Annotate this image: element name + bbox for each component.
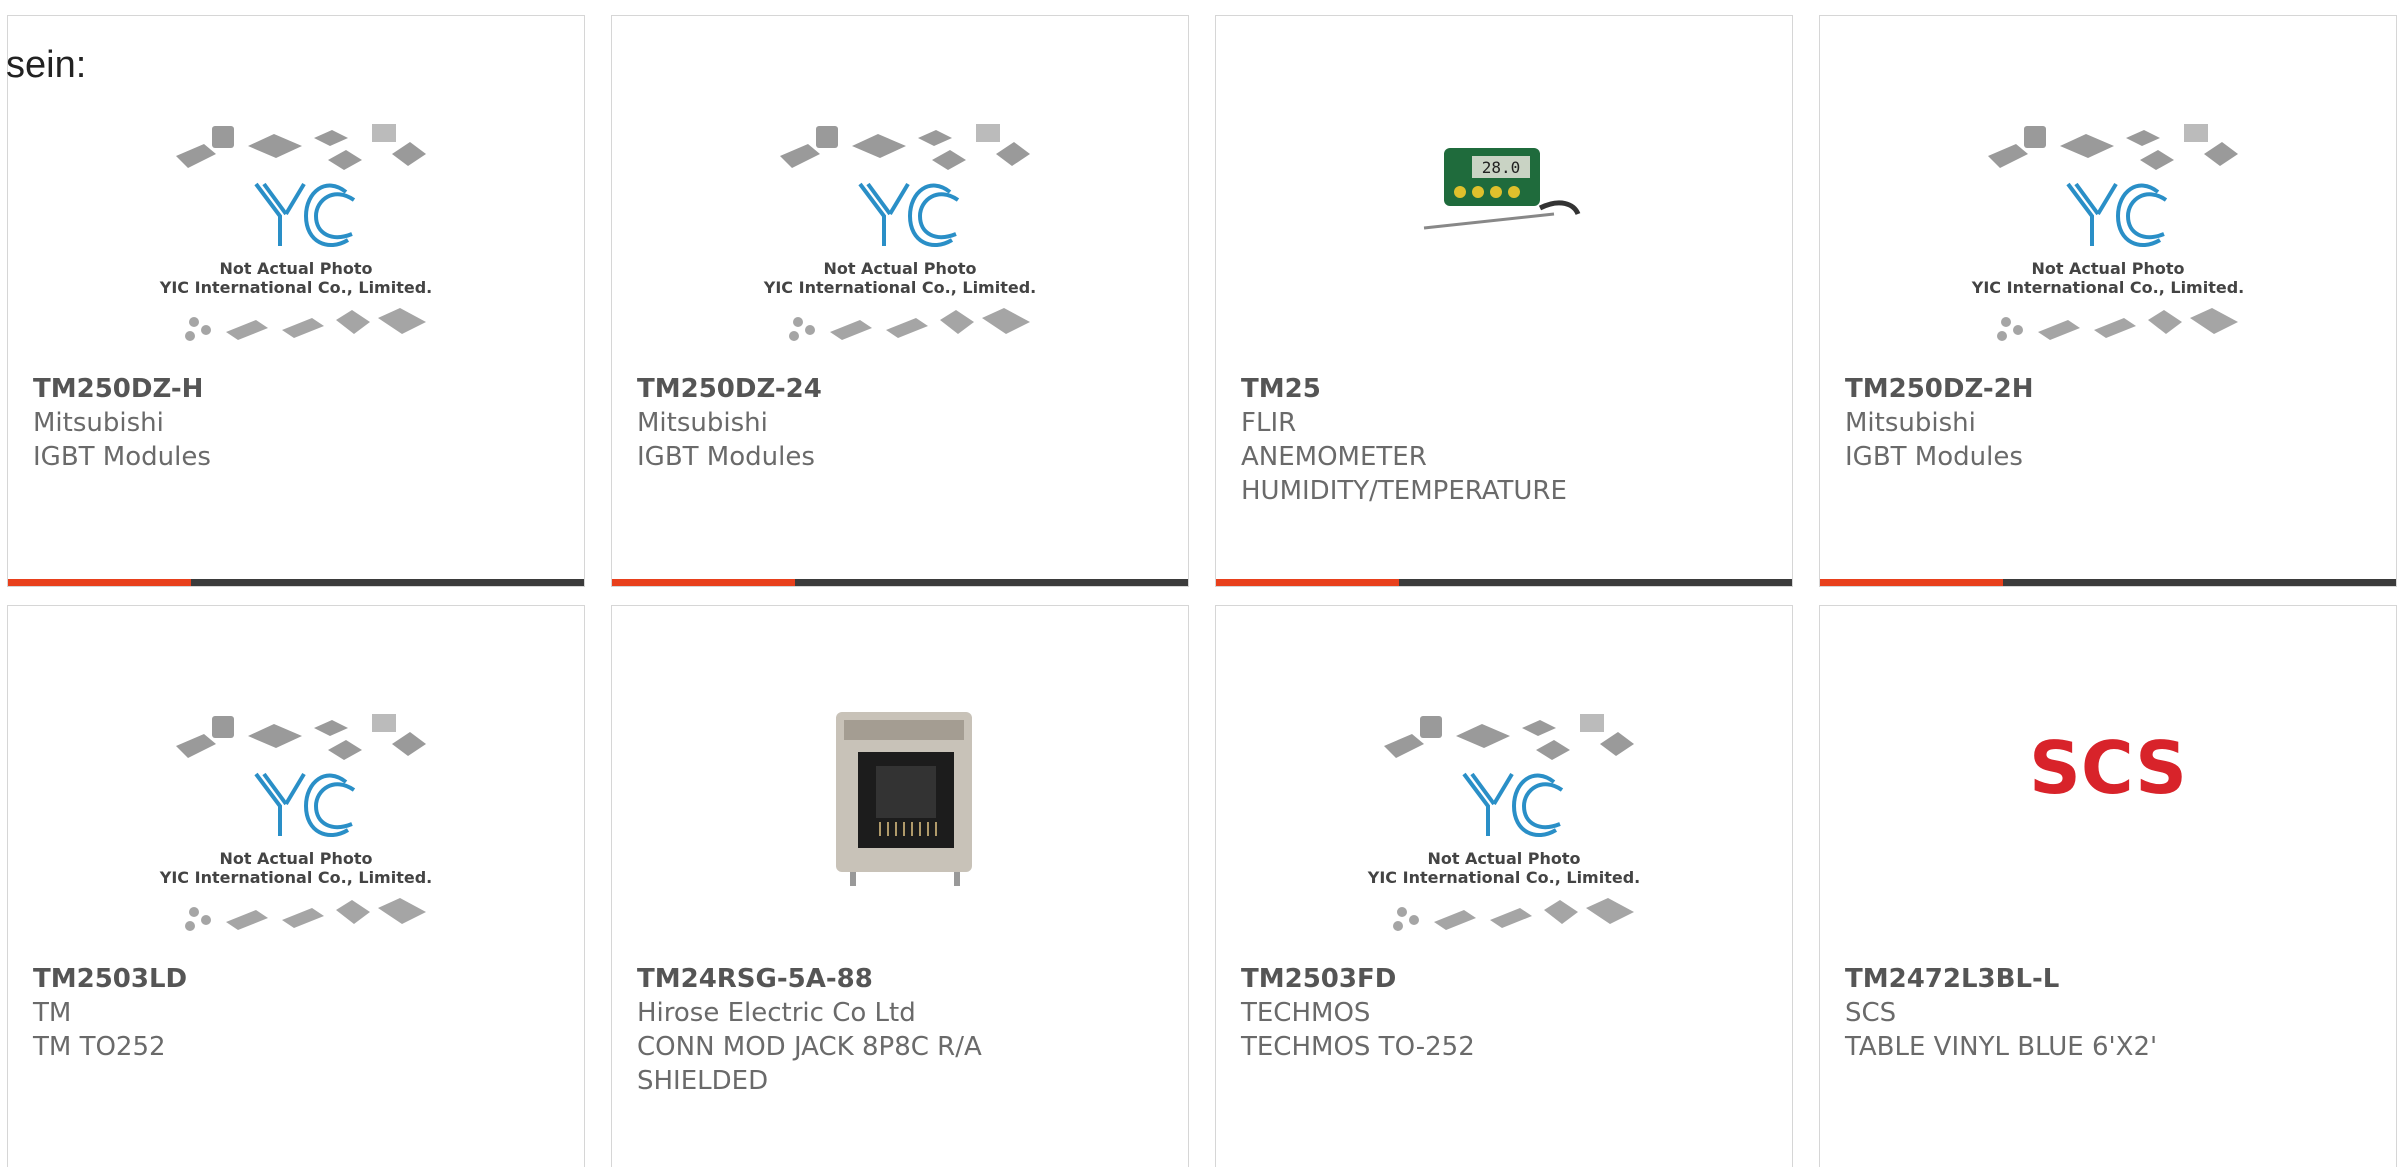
product-info: TM25 FLIR ANEMOMETER HUMIDITY/TEMPERATUR… xyxy=(1241,372,1767,508)
product-info: TM2503FD TECHMOS TECHMOS TO-252 xyxy=(1241,962,1767,1064)
rj45-jack-photo xyxy=(836,712,972,886)
part-number[interactable]: TM24RSG-5A-88 xyxy=(637,962,1163,996)
svg-text:SCS: SCS xyxy=(2029,726,2187,810)
yic-placeholder-image: Not Actual Photo YIC International Co., … xyxy=(159,714,432,931)
svg-text:Not Actual Photo: Not Actual Photo xyxy=(823,259,976,278)
yic-placeholder-image: Not Actual Photo YIC International Co., … xyxy=(159,124,432,341)
product-info: TM2472L3BL-L SCS TABLE VINYL BLUE 6'X2' xyxy=(1845,962,2371,1064)
product-image[interactable]: Not Actual Photo YIC International Co., … xyxy=(612,96,1188,376)
svg-text:YIC International Co., Limited: YIC International Co., Limited. xyxy=(1971,278,2244,297)
product-card[interactable]: 28.0 TM25 FLIR ANEMOMETER HUMIDITY/TEMPE… xyxy=(1215,15,1793,587)
product-card[interactable]: Not Actual Photo YIC International Co., … xyxy=(7,15,585,587)
product-image[interactable]: Not Actual Photo YIC International Co., … xyxy=(8,686,584,966)
svg-text:YIC International Co., Limited: YIC International Co., Limited. xyxy=(159,868,432,887)
product-description: IGBT Modules xyxy=(1845,442,2023,472)
product-card[interactable]: Not Actual Photo YIC International Co., … xyxy=(7,605,585,1167)
part-number[interactable]: TM250DZ-24 xyxy=(637,372,1163,406)
card-footer-bar xyxy=(612,579,1188,586)
svg-text:YIC International Co., Limited: YIC International Co., Limited. xyxy=(159,278,432,297)
card-footer-bar xyxy=(1820,579,2396,586)
part-number[interactable]: TM25 xyxy=(1241,372,1767,406)
svg-text:28.0: 28.0 xyxy=(1482,158,1521,177)
product-card[interactable]: SCS TM2472L3BL-L SCS TABLE VINYL BLUE 6'… xyxy=(1819,605,2397,1167)
product-info: TM24RSG-5A-88 Hirose Electric Co Ltd CON… xyxy=(637,962,1163,1098)
part-number[interactable]: TM2472L3BL-L xyxy=(1845,962,2371,996)
card-footer-bar xyxy=(8,579,584,586)
yic-placeholder-image: Not Actual Photo YIC International Co., … xyxy=(763,124,1036,341)
svg-text:YIC International Co., Limited: YIC International Co., Limited. xyxy=(1367,868,1640,887)
product-image[interactable]: 28.0 xyxy=(1216,96,1792,376)
svg-text:Not Actual Photo: Not Actual Photo xyxy=(219,259,372,278)
product-image[interactable]: SCS xyxy=(1820,686,2396,966)
product-info: TM2503LD TM TM TO252 xyxy=(33,962,559,1064)
product-description: IGBT Modules xyxy=(33,442,211,472)
product-description: CONN MOD JACK 8P8C R/A SHIELDED xyxy=(637,1032,982,1096)
card-footer-bar xyxy=(1216,579,1792,586)
product-card[interactable]: Not Actual Photo YIC International Co., … xyxy=(1819,15,2397,587)
brand-name: Mitsubishi xyxy=(637,408,768,438)
brand-name: Hirose Electric Co Ltd xyxy=(637,998,916,1028)
svg-text:Not Actual Photo: Not Actual Photo xyxy=(2031,259,2184,278)
product-info: TM250DZ-2H Mitsubishi IGBT Modules xyxy=(1845,372,2371,474)
yic-placeholder-image: Not Actual Photo YIC International Co., … xyxy=(1367,714,1640,931)
part-number[interactable]: TM2503FD xyxy=(1241,962,1767,996)
brand-name: TECHMOS xyxy=(1241,998,1371,1028)
part-number[interactable]: TM250DZ-H xyxy=(33,372,559,406)
brand-name: Mitsubishi xyxy=(1845,408,1976,438)
product-info: TM250DZ-24 Mitsubishi IGBT Modules xyxy=(637,372,1163,474)
brand-name: SCS xyxy=(1845,998,1897,1028)
product-description: IGBT Modules xyxy=(637,442,815,472)
product-info: TM250DZ-H Mitsubishi IGBT Modules xyxy=(33,372,559,474)
yic-placeholder-image: Not Actual Photo YIC International Co., … xyxy=(1971,124,2244,341)
product-card[interactable]: Not Actual Photo YIC International Co., … xyxy=(611,15,1189,587)
product-description: ANEMOMETER HUMIDITY/TEMPERATURE xyxy=(1241,442,1567,506)
intro-text: sein: xyxy=(6,44,87,86)
part-number[interactable]: TM250DZ-2H xyxy=(1845,372,2371,406)
product-description: TM TO252 xyxy=(33,1032,166,1062)
brand-name: FLIR xyxy=(1241,408,1297,438)
product-description: TABLE VINYL BLUE 6'X2' xyxy=(1845,1032,2158,1062)
product-image[interactable]: Not Actual Photo YIC International Co., … xyxy=(8,96,584,376)
svg-text:Not Actual Photo: Not Actual Photo xyxy=(219,849,372,868)
scs-logo: SCS xyxy=(2029,726,2187,810)
product-card[interactable]: TM24RSG-5A-88 Hirose Electric Co Ltd CON… xyxy=(611,605,1189,1167)
thermometer-photo: 28.0 xyxy=(1423,148,1581,230)
brand-name: Mitsubishi xyxy=(33,408,164,438)
product-image[interactable]: Not Actual Photo YIC International Co., … xyxy=(1216,686,1792,966)
product-image[interactable]: Not Actual Photo YIC International Co., … xyxy=(1820,96,2396,376)
brand-name: TM xyxy=(33,998,72,1028)
product-image[interactable] xyxy=(612,686,1188,966)
svg-text:Not Actual Photo: Not Actual Photo xyxy=(1427,849,1580,868)
product-grid-page: Not Actual Photo YIC International Co., … xyxy=(0,0,2400,1167)
product-description: TECHMOS TO-252 xyxy=(1241,1032,1475,1062)
product-card[interactable]: Not Actual Photo YIC International Co., … xyxy=(1215,605,1793,1167)
svg-text:YIC International Co., Limited: YIC International Co., Limited. xyxy=(763,278,1036,297)
part-number[interactable]: TM2503LD xyxy=(33,962,559,996)
